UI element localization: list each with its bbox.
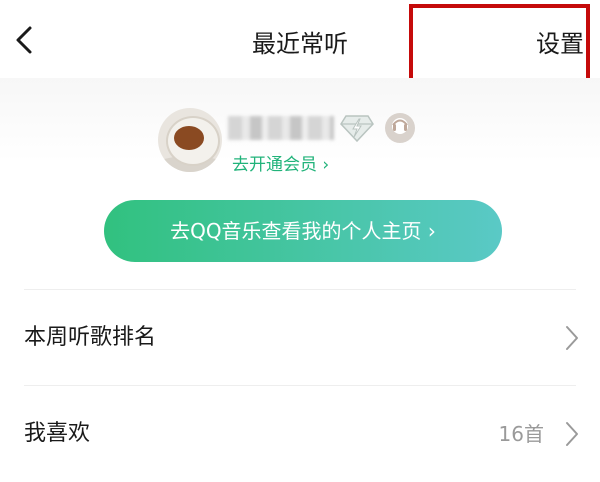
favorites-count: 16首: [498, 422, 544, 446]
chevron-right-icon: [566, 326, 578, 350]
diamond-icon[interactable]: [340, 114, 374, 142]
username-blurred: [228, 116, 334, 140]
row-label: 我喜欢: [24, 421, 91, 446]
row-label: 本周听歌排名: [24, 325, 157, 350]
my-favorites-row[interactable]: 我喜欢 16首: [0, 386, 600, 482]
weekly-ranking-row[interactable]: 本周听歌排名: [0, 290, 600, 386]
view-homepage-button[interactable]: 去QQ音乐查看我的个人主页 ›: [104, 200, 502, 262]
chevron-right-icon: [566, 422, 578, 446]
open-vip-link[interactable]: 去开通会员 ›: [232, 150, 329, 175]
avatar-coffee: [174, 126, 204, 150]
music-badge-icon[interactable]: [384, 112, 416, 144]
avatar[interactable]: [158, 108, 222, 172]
